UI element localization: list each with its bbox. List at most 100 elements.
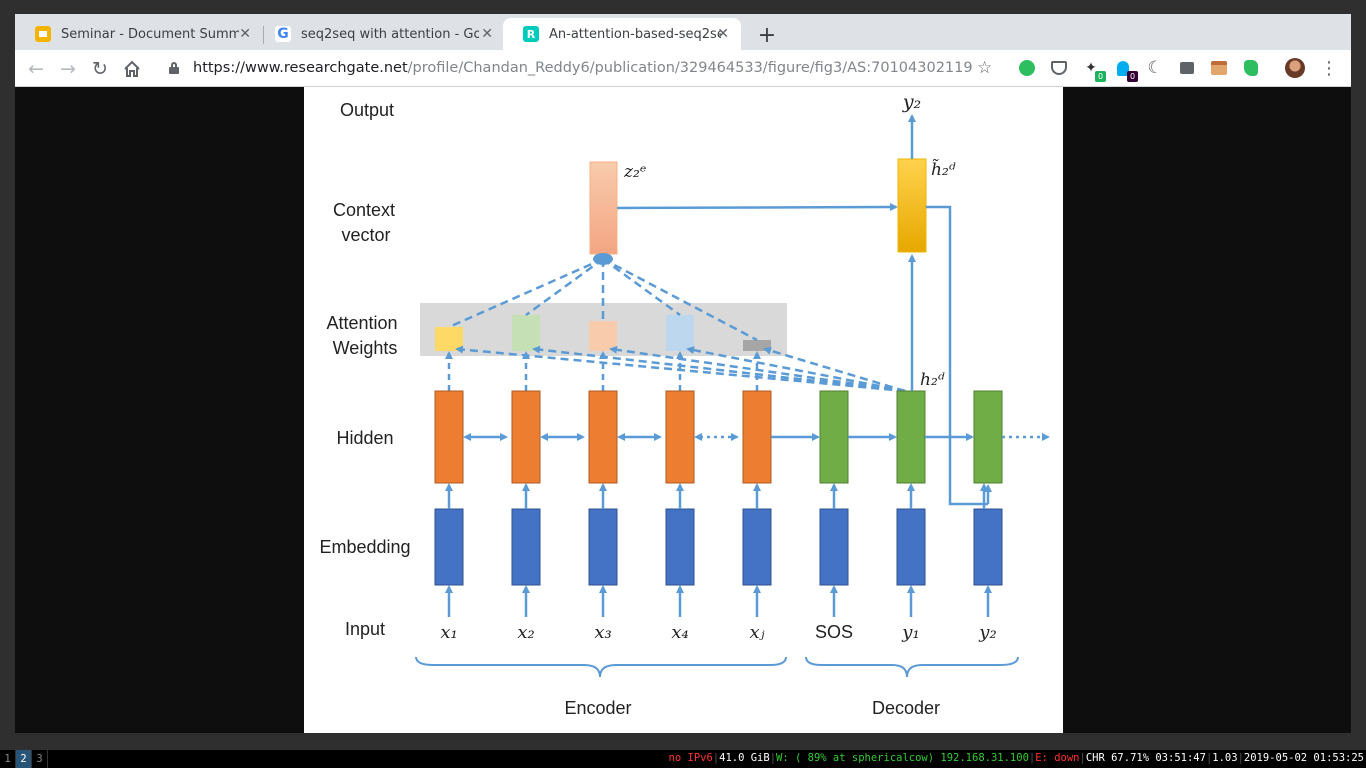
- reload-icon: ↻: [92, 58, 108, 80]
- disk-status: 41.0 GiB: [719, 752, 770, 764]
- row-label-hidden: Hidden: [336, 428, 393, 448]
- ghostery-icon[interactable]: 0: [1113, 58, 1138, 82]
- researchgate-icon: R: [523, 26, 539, 42]
- tab-strip: Seminar - Document Summar ✕ G seq2seq wi…: [15, 14, 1351, 50]
- row-label-context-2: vector: [341, 225, 390, 245]
- dark-mode-icon[interactable]: ☾: [1145, 58, 1165, 78]
- context-vector-block: [589, 161, 618, 255]
- attention-weight-4: [666, 315, 694, 351]
- row-label-embedding: Embedding: [319, 537, 410, 557]
- hidden-block: [819, 390, 849, 484]
- tab-title: seq2seq with attention - Goo: [301, 26, 479, 42]
- context-to-attn-arrow: [616, 203, 898, 212]
- attention-weight-2: [512, 315, 540, 351]
- close-tab-icon[interactable]: ✕: [717, 26, 729, 42]
- input-token-4: x₄: [671, 622, 688, 643]
- input-token-2: x₂: [517, 622, 534, 643]
- input-token-3: x₃: [594, 622, 611, 643]
- close-tab-icon[interactable]: ✕: [239, 26, 251, 42]
- input-token-6: SOS: [815, 622, 853, 642]
- evernote-icon[interactable]: [1241, 58, 1261, 78]
- close-tab-icon[interactable]: ✕: [481, 26, 493, 42]
- input-token-7: y₁: [901, 622, 919, 643]
- tab-title: An-attention-based-seq2seq-: [549, 26, 721, 42]
- address-bar[interactable]: https://www.researchgate.net/profile/Cha…: [161, 54, 1001, 82]
- tab-researchgate[interactable]: R An-attention-based-seq2seq- ✕: [503, 18, 741, 50]
- page-viewport: Output Context vector Attention Weights …: [15, 87, 1351, 733]
- arrow-right-icon: →: [60, 58, 76, 80]
- ipv6-status: no IPv6: [668, 752, 713, 764]
- embedding-block: [819, 508, 849, 586]
- slides-icon: [35, 26, 51, 42]
- workspace-1[interactable]: 1: [0, 750, 16, 768]
- hidden-block: [588, 390, 618, 484]
- row-label-attention-1: Attention: [326, 313, 397, 333]
- url-text: https://www.researchgate.net/profile/Cha…: [193, 60, 973, 76]
- output-token-label: y₂: [902, 91, 921, 113]
- google-icon: G: [275, 26, 291, 42]
- hidden-block: [742, 390, 772, 484]
- ethernet-status: E: down: [1035, 752, 1080, 764]
- embedding-block: [511, 508, 541, 586]
- new-tab-button[interactable]: +: [753, 21, 781, 49]
- battery-status: CHR 67.71% 03:51:47: [1085, 752, 1206, 764]
- hidden-block: [665, 390, 695, 484]
- pocket-icon[interactable]: [1049, 58, 1069, 78]
- forward-button[interactable]: →: [55, 56, 81, 82]
- row-label-context-1: Context: [333, 200, 395, 220]
- attentional-hidden-label: h̃₂ᵈ: [931, 159, 956, 180]
- row-label-attention-2: Weights: [333, 338, 398, 358]
- attention-weight-3: [589, 321, 617, 351]
- load-status: 1.03: [1212, 752, 1238, 764]
- status-bar: 1 2 3 no IPv6|41.0 GiB|W: ( 89% at spher…: [0, 750, 1366, 768]
- embedding-block: [434, 508, 464, 586]
- encoder-brace: [415, 656, 787, 678]
- attention-sum-node: [593, 253, 613, 265]
- workspace-3[interactable]: 3: [32, 750, 48, 768]
- home-icon: [124, 60, 140, 77]
- home-button[interactable]: [119, 56, 145, 82]
- decoder-hidden-label: h₂ᵈ: [920, 370, 945, 390]
- datetime-status: 2019-05-02 01:53:25: [1243, 752, 1364, 764]
- embedding-block: [973, 508, 1003, 586]
- attention-weight-1: [435, 327, 463, 351]
- tab-seminar[interactable]: Seminar - Document Summar ✕: [15, 18, 263, 50]
- context-vector-label: z₂ᵉ: [623, 162, 646, 182]
- embedding-block: [742, 508, 772, 586]
- hidden-block: [973, 390, 1003, 484]
- avatar[interactable]: [1285, 58, 1305, 78]
- desktop: Seminar - Document Summar ✕ G seq2seq wi…: [0, 0, 1366, 768]
- wifi-status: W: ( 89% at sphericalcow) 192.168.31.100: [776, 752, 1029, 764]
- reload-button[interactable]: ↻: [87, 56, 113, 82]
- input-token-5: xⱼ: [750, 622, 765, 643]
- tab-manager-icon[interactable]: [1177, 58, 1197, 78]
- honey-icon[interactable]: [1209, 58, 1229, 78]
- embedding-block: [896, 508, 926, 586]
- back-button[interactable]: ←: [23, 56, 49, 82]
- workspace-2[interactable]: 2: [16, 750, 32, 768]
- decoder-label: Decoder: [872, 698, 940, 718]
- evernote-green-icon[interactable]: [1017, 58, 1037, 78]
- hidden-block: [896, 390, 926, 484]
- embedding-block: [588, 508, 618, 586]
- lock-icon: [169, 62, 179, 74]
- hidden-block: [434, 390, 464, 484]
- status-line: no IPv6|41.0 GiB|W: ( 89% at sphericalco…: [668, 752, 1364, 764]
- browser-window: Seminar - Document Summar ✕ G seq2seq wi…: [15, 14, 1351, 87]
- row-label-input: Input: [345, 619, 385, 639]
- ublock-icon[interactable]: ✦ 0: [1081, 58, 1106, 82]
- menu-icon[interactable]: ⋮: [1319, 58, 1339, 79]
- decoder-brace: [805, 656, 1019, 678]
- seq2seq-attention-diagram: Output Context vector Attention Weights …: [319, 91, 1050, 718]
- bookmark-star-icon[interactable]: ☆: [977, 58, 992, 78]
- embedding-block: [665, 508, 695, 586]
- encoder-label: Encoder: [564, 698, 631, 718]
- toolbar: ← → ↻ https://www.researchgate.net/profi…: [15, 50, 1351, 87]
- tab-seq2seq-google[interactable]: G seq2seq with attention - Goo ✕: [255, 18, 505, 50]
- arrow-left-icon: ←: [28, 58, 44, 80]
- tab-title: Seminar - Document Summar: [61, 26, 239, 42]
- attentional-hidden-block: [897, 158, 927, 253]
- input-token-8: y₂: [978, 622, 996, 643]
- input-token-1: x₁: [440, 622, 457, 643]
- row-label-output: Output: [340, 100, 394, 120]
